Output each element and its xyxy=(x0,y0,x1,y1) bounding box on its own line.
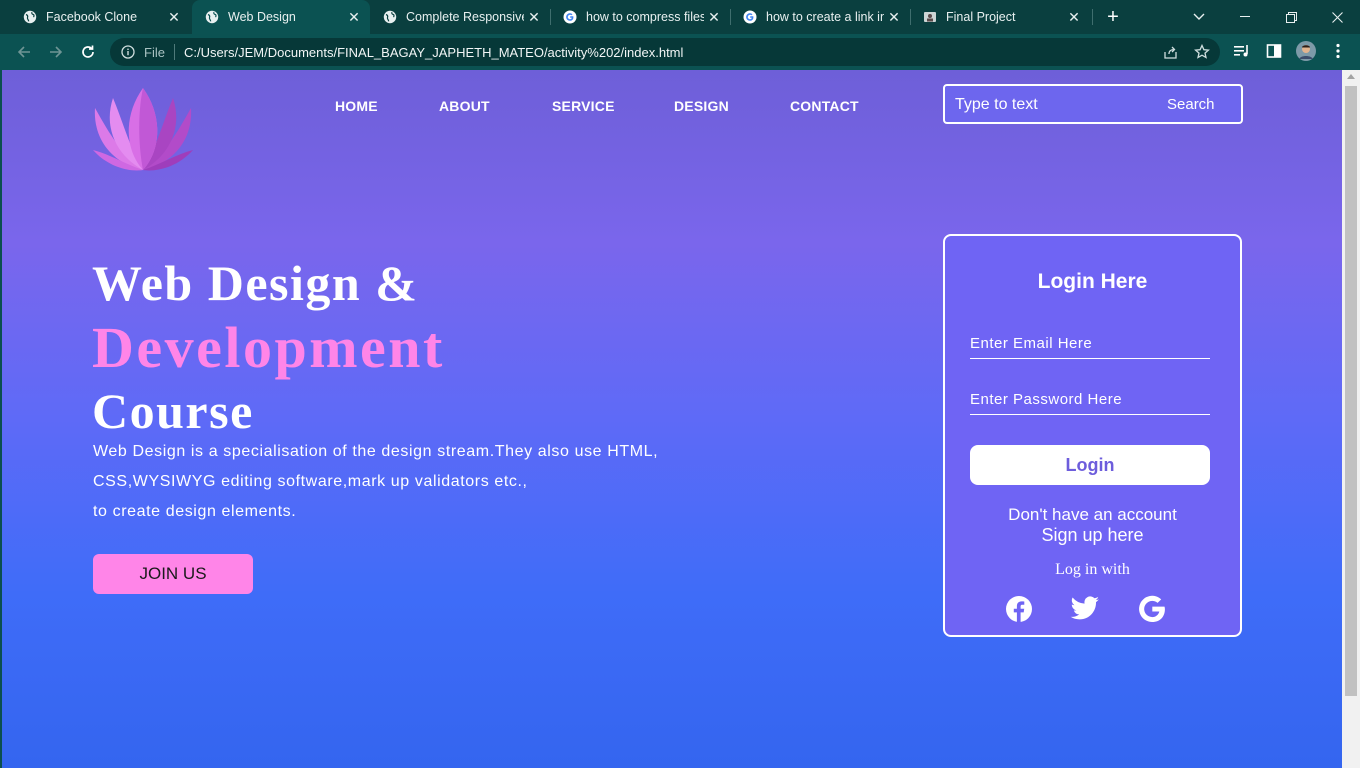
minimize-button[interactable] xyxy=(1222,0,1268,34)
hero-description-line: Web Design is a specialisation of the de… xyxy=(93,443,659,460)
chevron-down-icon xyxy=(1193,13,1205,20)
back-button[interactable] xyxy=(10,38,38,66)
password-field[interactable] xyxy=(970,387,1210,411)
tab-title: Facebook Clone xyxy=(46,10,138,24)
tab-strip: Facebook Clone ✕ Web Design ✕ Complete R… xyxy=(0,0,1360,34)
omnibox-divider xyxy=(173,44,175,60)
arrow-left-icon xyxy=(17,46,30,58)
hero-description-line: to create design elements. xyxy=(93,503,297,520)
minimize-icon xyxy=(1240,16,1250,17)
google-icon[interactable] xyxy=(1137,594,1167,624)
address-bar[interactable]: File C:/Users/JEM/Documents/FINAL_BAGAY_… xyxy=(110,38,1220,66)
close-icon[interactable]: ✕ xyxy=(704,7,724,27)
image-icon xyxy=(922,9,938,25)
tab-create-link[interactable]: how to create a link in ✕ xyxy=(732,0,910,34)
close-icon[interactable]: ✕ xyxy=(524,7,544,27)
tab-title: Complete Responsive xyxy=(406,10,524,24)
tab-compress-files[interactable]: how to compress files ✕ xyxy=(552,0,730,34)
signup-link[interactable]: Sign up here xyxy=(945,525,1240,546)
google-icon xyxy=(562,9,578,25)
reload-icon xyxy=(82,45,94,58)
star-icon[interactable] xyxy=(1194,44,1210,60)
url-text[interactable]: C:/Users/JEM/Documents/FINAL_BAGAY_JAPHE… xyxy=(184,45,683,60)
hero-title-line2: Development xyxy=(92,315,445,380)
tab-divider xyxy=(910,9,911,25)
close-icon[interactable]: ✕ xyxy=(164,7,184,27)
close-icon[interactable]: ✕ xyxy=(884,7,904,27)
email-field-wrapper xyxy=(970,331,1210,359)
hero-title-line1: Web Design & xyxy=(92,255,419,311)
join-us-button[interactable]: JOIN US xyxy=(93,554,253,594)
nav-service[interactable]: SERVICE xyxy=(552,98,615,114)
tab-title: how to compress files xyxy=(586,10,704,24)
globe-icon xyxy=(382,9,398,25)
reload-button[interactable] xyxy=(74,38,102,66)
menu-icon[interactable] xyxy=(1328,41,1348,61)
tab-divider xyxy=(550,9,551,25)
scheme-label: File xyxy=(144,44,165,60)
media-control-icon[interactable] xyxy=(1232,41,1252,61)
login-form: Login Here Login Don't have an account S… xyxy=(943,234,1242,637)
login-with-label: Log in with xyxy=(1055,561,1130,578)
no-account-text: Don't have an account xyxy=(1008,505,1177,524)
tab-search-button[interactable] xyxy=(1176,0,1222,34)
tab-divider xyxy=(1092,9,1093,25)
nav-contact[interactable]: CONTACT xyxy=(790,98,859,114)
close-window-button[interactable] xyxy=(1314,0,1360,34)
password-field-wrapper xyxy=(970,387,1210,415)
tab-complete-responsive[interactable]: Complete Responsive ✕ xyxy=(372,0,550,34)
tab-title: Web Design xyxy=(228,10,296,24)
twitter-icon[interactable] xyxy=(1070,594,1100,624)
close-icon[interactable]: ✕ xyxy=(1064,7,1084,27)
arrow-right-icon xyxy=(50,46,63,58)
browser-toolbar: File C:/Users/JEM/Documents/FINAL_BAGAY_… xyxy=(0,34,1360,70)
hero-description-line: CSS,WYSIWYG editing software,mark up val… xyxy=(93,473,528,490)
hero-title-line3: Course xyxy=(92,383,254,439)
tab-title: Final Project xyxy=(946,10,1016,24)
nav-about[interactable]: ABOUT xyxy=(439,98,490,114)
share-icon[interactable] xyxy=(1162,44,1178,60)
search-button[interactable]: Search xyxy=(1167,96,1215,113)
lotus-logo[interactable] xyxy=(91,88,195,174)
login-title: Login Here xyxy=(1037,270,1148,293)
search-bar: Search xyxy=(943,84,1243,124)
info-icon[interactable] xyxy=(120,44,136,60)
tab-divider xyxy=(730,9,731,25)
restore-button[interactable] xyxy=(1268,0,1314,34)
globe-icon xyxy=(204,9,220,25)
tab-final-project[interactable]: Final Project ✕ xyxy=(912,0,1090,34)
facebook-icon[interactable] xyxy=(1004,594,1034,624)
nav-design[interactable]: DESIGN xyxy=(674,98,729,114)
avatar[interactable] xyxy=(1296,41,1316,61)
tab-title: how to create a link in xyxy=(766,10,884,24)
tab-web-design[interactable]: Web Design ✕ xyxy=(192,0,370,34)
new-tab-button[interactable]: + xyxy=(1100,5,1126,29)
email-field[interactable] xyxy=(970,331,1210,355)
tab-facebook-clone[interactable]: Facebook Clone ✕ xyxy=(0,0,190,34)
scroll-up-arrow-icon[interactable] xyxy=(1347,74,1355,79)
forward-button[interactable] xyxy=(42,38,70,66)
close-icon xyxy=(1331,11,1343,23)
side-panel-icon[interactable] xyxy=(1264,41,1284,61)
nav-home[interactable]: HOME xyxy=(335,98,378,114)
search-input[interactable] xyxy=(955,94,1155,116)
scrollbar-thumb[interactable] xyxy=(1345,86,1357,696)
login-button[interactable]: Login xyxy=(970,445,1210,485)
google-icon xyxy=(742,9,758,25)
globe-icon xyxy=(22,9,38,25)
restore-icon xyxy=(1285,11,1297,23)
vertical-scrollbar[interactable] xyxy=(1342,70,1360,768)
close-icon[interactable]: ✕ xyxy=(344,7,364,27)
page-viewport: HOME ABOUT SERVICE DESIGN CONTACT Search… xyxy=(2,70,1342,768)
